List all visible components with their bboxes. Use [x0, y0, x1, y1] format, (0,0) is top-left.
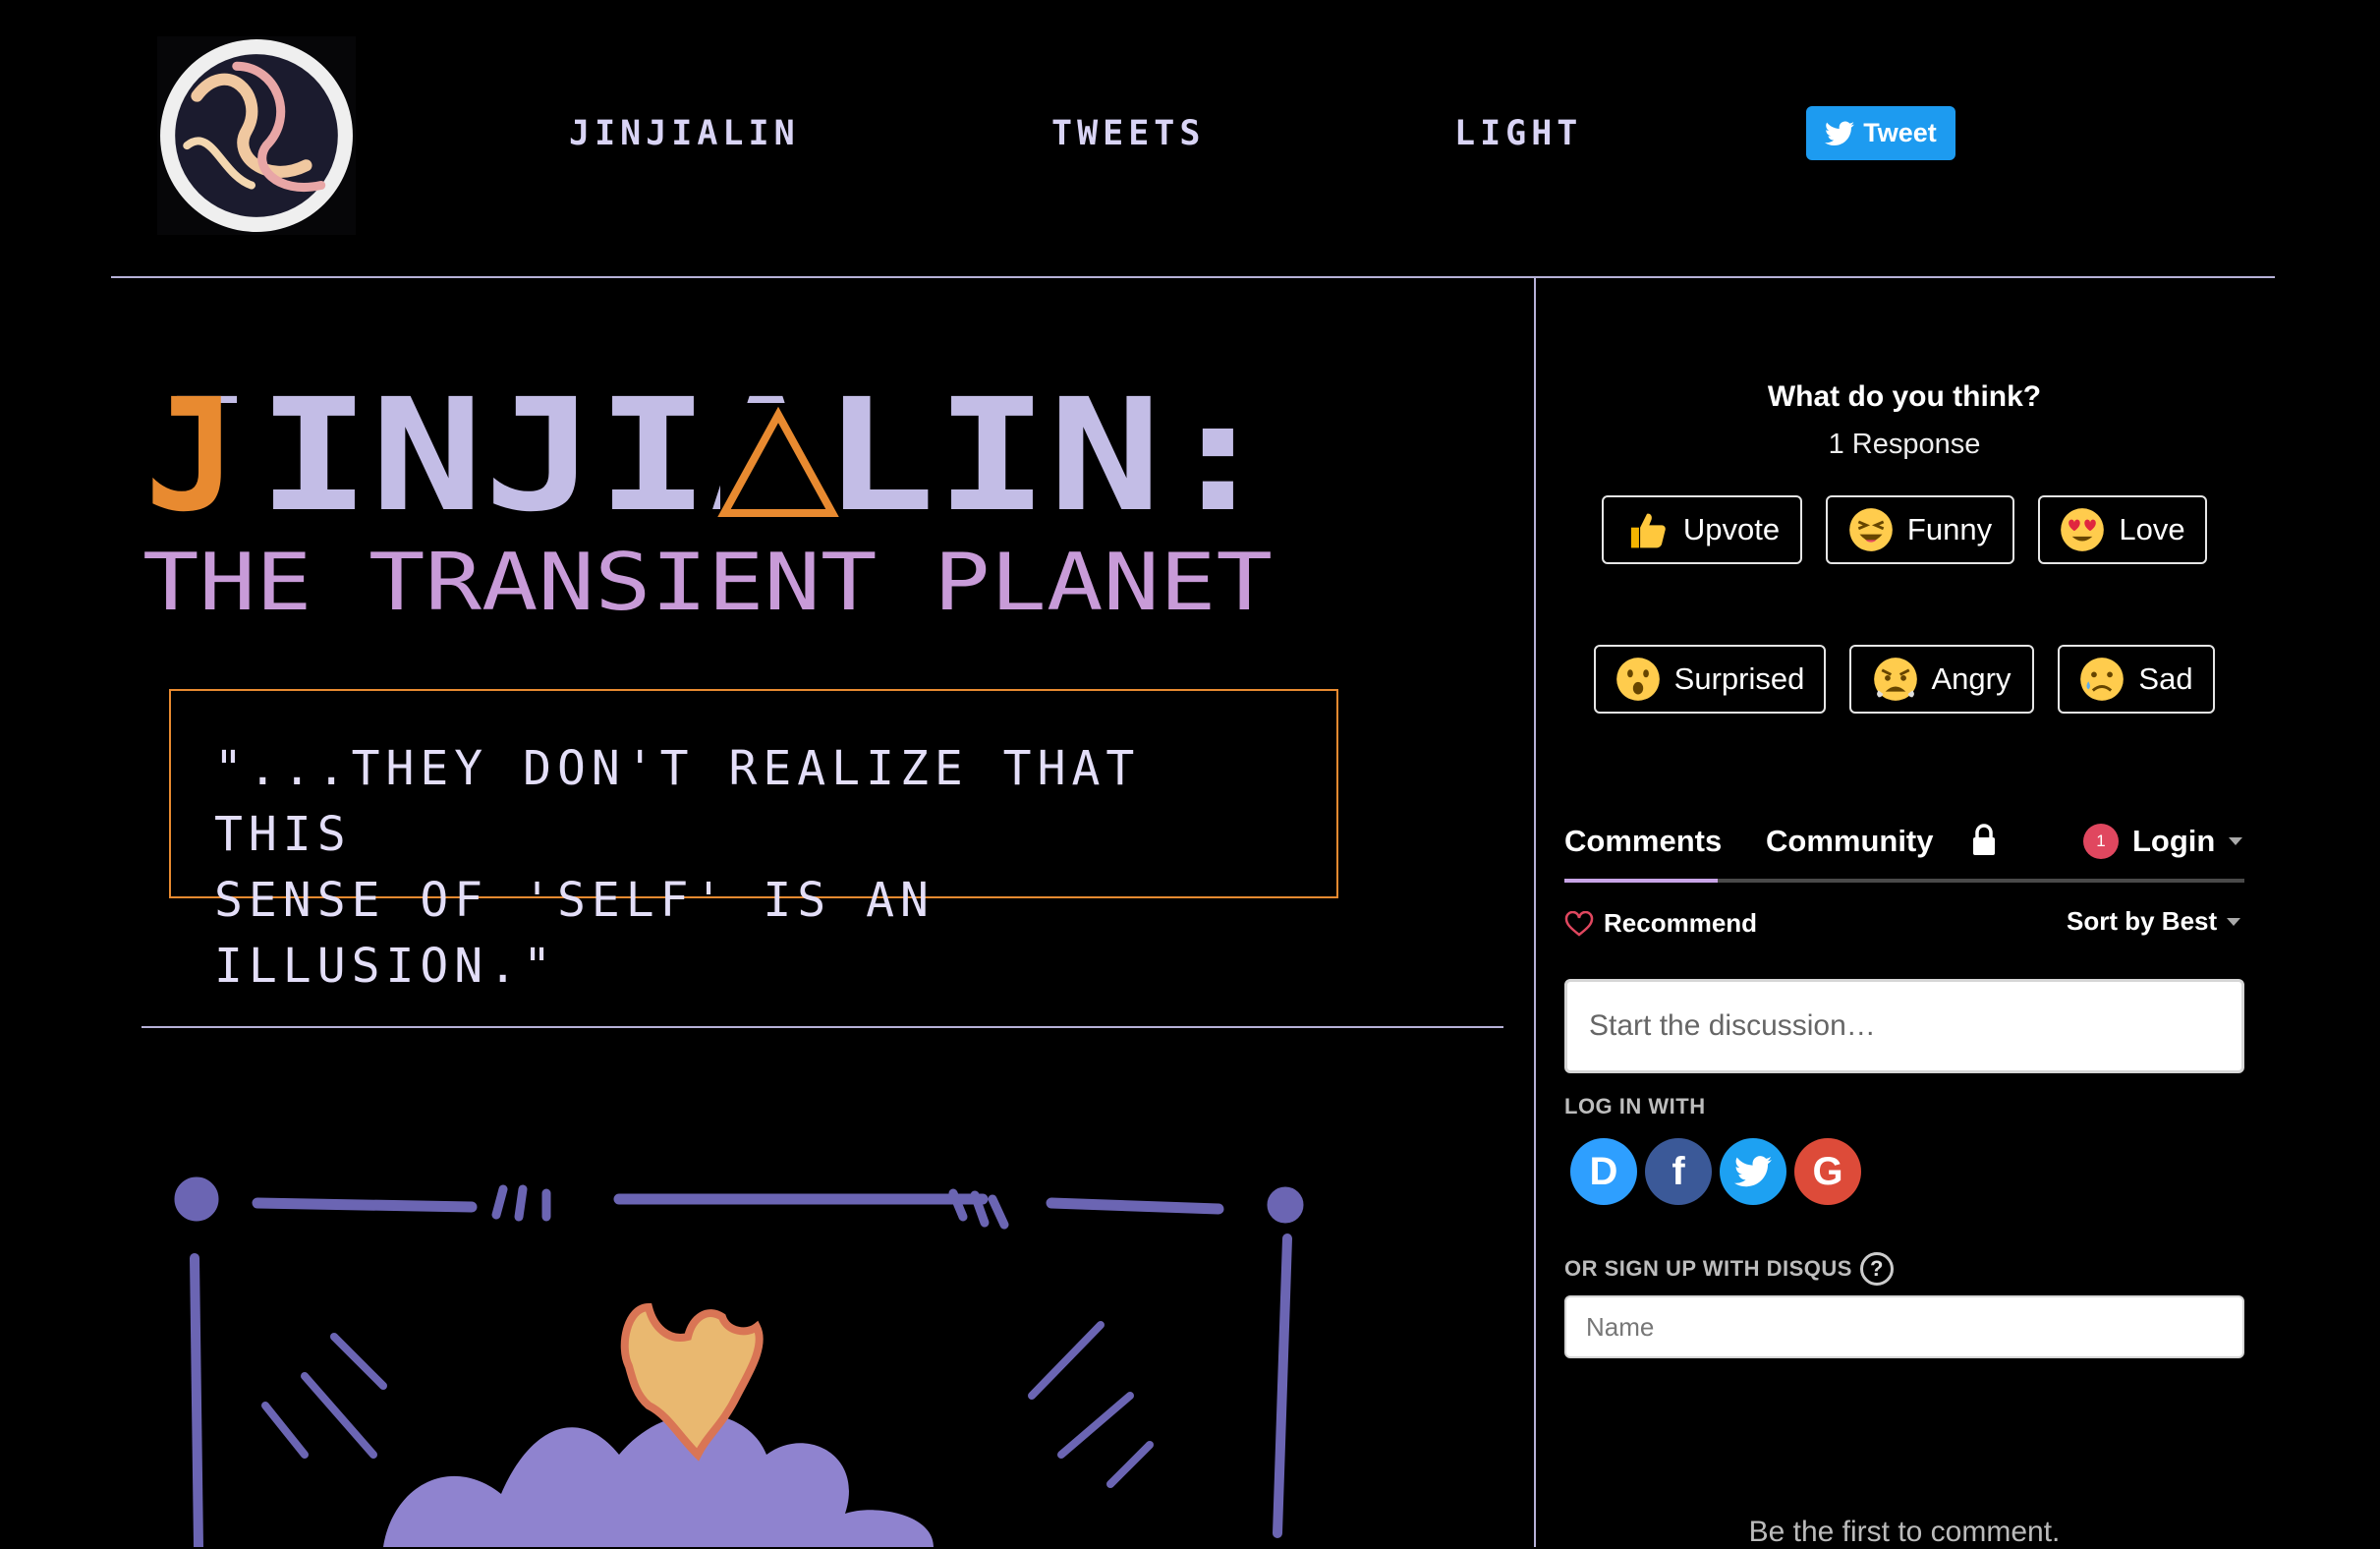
active-tab-indicator — [1564, 879, 1718, 883]
sort-label: Sort by Best — [2067, 906, 2218, 936]
content-divider — [142, 1026, 1503, 1028]
empty-comments-message: Be the first to comment. — [1748, 1516, 2061, 1548]
surprised-face-icon — [1615, 658, 1660, 701]
reaction-sad[interactable]: Sad — [2058, 645, 2215, 714]
hero-subtitle: THE TRANSIENT PLANET — [142, 537, 1273, 628]
discussion-input[interactable] — [1564, 979, 2244, 1073]
login-with-label: LOG IN WITH — [1564, 1094, 1706, 1119]
tweet-button[interactable]: Tweet — [1806, 106, 1955, 160]
google-icon: G — [1812, 1149, 1843, 1193]
nav-link-tweets[interactable]: TWEETS — [1051, 114, 1205, 153]
heart-icon — [1564, 910, 1594, 937]
lock-icon[interactable] — [1971, 824, 1997, 857]
reaction-label: Surprised — [1673, 661, 1805, 696]
hero-title: JINJIALIN: — [144, 393, 1275, 546]
google-login-button[interactable]: G — [1794, 1138, 1861, 1205]
laughing-face-icon — [1849, 508, 1893, 551]
reaction-label: Funny — [1906, 512, 1993, 546]
hero-title-j: J — [144, 393, 238, 546]
quote-box: "...THEY DON'T REALIZE THAT THIS SENSE O… — [169, 689, 1338, 994]
reaction-funny[interactable]: Funny — [1826, 495, 2014, 564]
reaction-label: Upvote — [1682, 512, 1781, 546]
thumbs-up-icon — [1630, 513, 1666, 548]
twitter-bird-icon — [1825, 121, 1855, 145]
disqus-login-button[interactable]: D — [1570, 1138, 1637, 1205]
disqus-icon: D — [1589, 1149, 1618, 1193]
tab-community[interactable]: Community — [1766, 824, 1934, 859]
reaction-upvote[interactable]: Upvote — [1602, 495, 1802, 564]
purple-cloud — [383, 1413, 934, 1547]
reaction-angry[interactable]: Angry — [1849, 645, 2034, 714]
reaction-love[interactable]: Love — [2038, 495, 2207, 564]
login-label: Login — [2132, 824, 2216, 858]
chevron-down-icon — [2229, 837, 2243, 845]
quote-line-1: "...THEY DON'T REALIZE THAT THIS — [214, 741, 1141, 862]
reaction-label: Angry — [1931, 661, 2012, 696]
illustration — [174, 1176, 1304, 1547]
login-menu[interactable]: 1 Login — [2083, 824, 2243, 859]
reactions-question: What do you think? — [1767, 380, 2042, 413]
reaction-label: Sad — [2138, 661, 2193, 696]
tweet-button-label: Tweet — [1863, 118, 1937, 147]
nav-link-jinjialin[interactable]: JINJIALIN — [569, 114, 800, 153]
nav-link-light[interactable]: LIGHT — [1454, 114, 1582, 153]
hero-title-graphic: JINJIALIN: J THE TRANSIENT PLANET — [142, 393, 1275, 628]
recommend-button[interactable]: Recommend — [1564, 908, 1757, 939]
twitter-login-button[interactable] — [1720, 1138, 1786, 1205]
notification-badge: 1 — [2083, 824, 2119, 859]
response-count: 1 Response — [1828, 429, 1981, 460]
help-icon[interactable]: ? — [1859, 1252, 1894, 1286]
site-logo[interactable] — [157, 36, 356, 235]
sad-face-icon — [2080, 658, 2125, 701]
twitter-icon — [1734, 1156, 1772, 1187]
column-divider — [1534, 277, 1536, 1547]
signup-text: OR SIGN UP WITH DISQUS — [1564, 1256, 1852, 1281]
reaction-surprised[interactable]: Surprised — [1594, 645, 1826, 714]
reaction-label: Love — [2119, 512, 2185, 546]
facebook-icon: f — [1672, 1149, 1685, 1193]
angry-face-icon — [1873, 658, 1917, 701]
name-field[interactable] — [1564, 1295, 2244, 1358]
signup-label: OR SIGN UP WITH DISQUS ? — [1564, 1252, 1894, 1286]
recommend-label: Recommend — [1604, 908, 1758, 938]
quote-line-2: SENSE OF 'SELF' IS AN ILLUSION." — [214, 873, 935, 994]
header-divider — [111, 276, 2275, 278]
tab-comments[interactable]: Comments — [1564, 824, 1722, 859]
heart-eyes-icon — [2061, 508, 2105, 551]
facebook-login-button[interactable]: f — [1645, 1138, 1712, 1205]
chevron-down-icon — [2227, 917, 2241, 926]
sort-dropdown[interactable]: Sort by Best — [2067, 906, 2241, 937]
